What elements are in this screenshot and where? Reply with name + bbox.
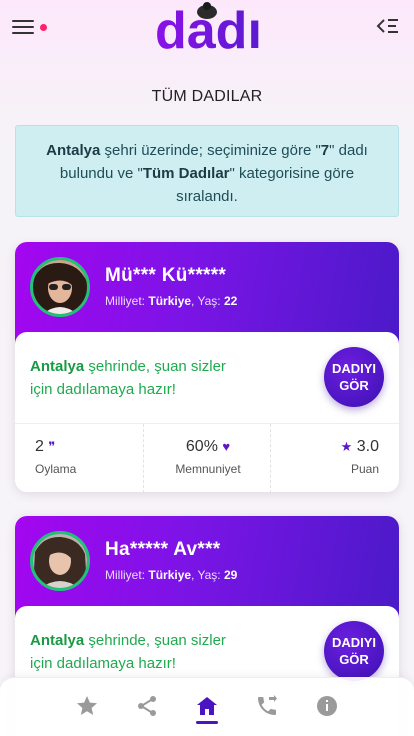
votes-label: Oylama (35, 462, 77, 476)
phone-transfer-icon[interactable] (255, 694, 279, 718)
heart-icon: ♥ (222, 439, 231, 454)
nanny-card[interactable]: Mü*** Kü***** Milliyet: Türkiye, Yaş: 22… (15, 242, 399, 493)
see-nanny-button[interactable]: DADIYI GÖR (324, 621, 384, 681)
stat-satisfaction: 60% ♥ Memnuniyet (143, 424, 271, 493)
stat-votes: 2 ❞ Oylama (15, 424, 143, 493)
availability-text: Antalya şehrinde, şuan sizler için dadıl… (30, 358, 226, 398)
app-header: dadı (0, 0, 414, 62)
star-icon: ★ (340, 439, 353, 454)
filter-list-icon[interactable] (376, 16, 400, 36)
info-count: 7 (320, 142, 330, 159)
satisfaction-label: Memnuniyet (175, 462, 241, 476)
share-icon[interactable] (135, 694, 159, 718)
nanny-card-body: Antalya şehrinde, şuan sizler için dadıl… (15, 332, 399, 422)
notification-dot (40, 24, 47, 31)
avatar[interactable] (30, 531, 90, 591)
nanny-meta: Milliyet: Türkiye, Yaş: 22 (105, 294, 238, 308)
page-title: TÜM DADILAR (151, 88, 263, 105)
info-category: Tüm Dadılar (142, 165, 230, 182)
nanny-name: Ha***** Av*** (105, 539, 221, 560)
bottom-navigation (0, 677, 414, 736)
hamburger-menu-icon[interactable] (12, 20, 34, 36)
info-text-1: şehri üzerinde; seçiminize göre " (100, 142, 321, 159)
info-icon[interactable] (315, 694, 339, 718)
satisfaction-value: 60% (185, 438, 218, 455)
home-icon[interactable] (195, 694, 219, 718)
nanny-stats: 2 ❞ Oylama 60% ♥ Memnuniyet ★ 3.0 Puan (15, 423, 399, 493)
app-logo[interactable]: dadı (155, 0, 259, 56)
nanny-meta: Milliyet: Türkiye, Yaş: 29 (105, 568, 238, 582)
active-tab-indicator (196, 721, 218, 724)
votes-value: 2 (35, 438, 44, 455)
stat-rating: ★ 3.0 Puan (271, 424, 399, 493)
avatar[interactable] (30, 257, 90, 317)
info-city: Antalya (46, 142, 101, 159)
rating-value: 3.0 (356, 438, 379, 455)
rating-label: Puan (350, 462, 379, 476)
see-nanny-button[interactable]: DADIYI GÖR (324, 347, 384, 407)
star-icon[interactable] (75, 694, 99, 718)
availability-text: Antalya şehrinde, şuan sizler için dadıl… (30, 632, 226, 672)
nanny-name: Mü*** Kü***** (105, 265, 227, 286)
quote-icon: ❞ (48, 439, 56, 454)
search-info-alert: Antalya şehri üzerinde; seçiminize göre … (15, 125, 399, 217)
